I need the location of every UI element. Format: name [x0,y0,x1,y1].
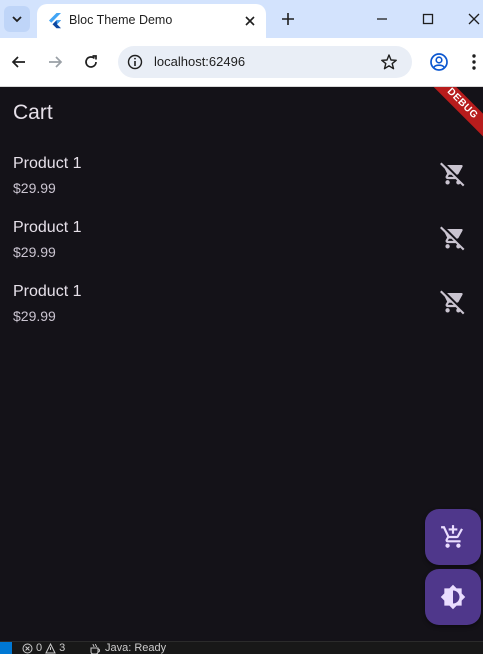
more-options-icon[interactable] [469,52,479,72]
error-count: 0 [36,642,43,654]
screen: Bloc Theme Demo localhost:62496 Cart DEB… [0,0,483,654]
java-status-text: Java: Ready [105,642,167,654]
product-price: $29.99 [13,244,56,260]
cart-item: Product 1 $29.99 [0,149,483,213]
remove-from-cart-button[interactable] [438,159,468,189]
warning-count: 3 [59,642,66,654]
remove-from-cart-button[interactable] [438,223,468,253]
warning-icon [45,643,56,654]
remove-shopping-cart-icon [440,226,465,251]
product-name: Product 1 [13,155,82,172]
browser-tabstrip: Bloc Theme Demo [0,0,483,38]
add-shopping-cart-icon [441,525,463,548]
tab-title: Bloc Theme Demo [69,13,173,27]
browser-tab-active[interactable]: Bloc Theme Demo [37,4,266,38]
product-price: $29.99 [13,180,56,196]
address-bar[interactable]: localhost:62496 [118,46,412,78]
forward-arrow-icon[interactable] [46,53,64,71]
remove-shopping-cart-icon [440,290,465,315]
reload-icon[interactable] [82,53,100,71]
tab-search-button[interactable] [4,6,30,32]
debug-banner: DEBUG [424,87,483,142]
site-info-icon[interactable] [126,53,144,71]
window-close-icon[interactable] [466,11,482,27]
cart-item: Product 1 $29.99 [0,213,483,277]
bookmark-star-icon[interactable] [380,53,398,71]
brightness-icon [440,584,466,610]
back-arrow-icon[interactable] [10,53,28,71]
browser-toolbar: localhost:62496 [0,38,483,87]
cart-list: Product 1 $29.99 Product 1 $29.99 Produc… [0,149,483,341]
new-tab-icon[interactable] [280,11,296,27]
page-title: Cart [13,101,53,124]
problems-indicator[interactable]: 0 3 [22,642,65,654]
profile-icon[interactable] [429,52,449,72]
ide-status-bar: 0 3 Java: Ready [0,641,483,654]
close-icon[interactable] [242,13,258,29]
java-status[interactable]: Java: Ready [89,642,166,654]
toggle-theme-fab[interactable] [425,569,481,625]
product-name: Product 1 [13,219,82,236]
maximize-icon[interactable] [420,11,436,27]
url-text[interactable]: localhost:62496 [154,54,245,69]
minimize-icon[interactable] [374,11,390,27]
error-icon [22,643,33,654]
remove-shopping-cart-icon [440,162,465,187]
coffee-cup-icon [90,643,100,654]
flutter-logo-icon [49,13,61,29]
cart-item: Product 1 $29.99 [0,277,483,341]
chevron-down-icon [12,16,22,23]
app-viewport: Cart DEBUG Product 1 $29.99 Product 1 $2… [0,87,483,641]
add-to-cart-fab[interactable] [425,509,481,565]
product-name: Product 1 [13,283,82,300]
product-price: $29.99 [13,308,56,324]
remote-indicator[interactable] [0,642,12,654]
remove-from-cart-button[interactable] [438,287,468,317]
